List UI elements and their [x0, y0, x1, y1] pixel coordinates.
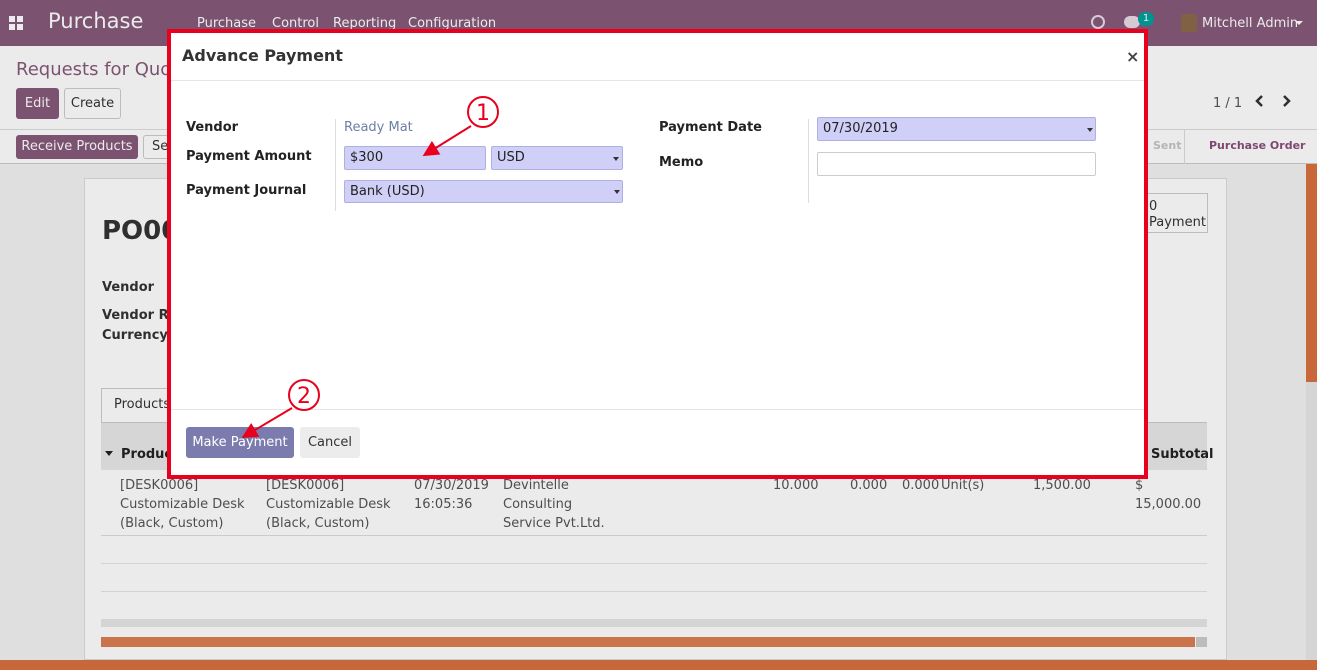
vendor-link[interactable]: Ready Mat: [344, 120, 413, 135]
column-divider: [335, 119, 336, 211]
payment-amount-label: Payment Amount: [186, 149, 312, 164]
journal-value: Bank (USD): [350, 184, 425, 199]
caret-down-icon: [614, 190, 620, 194]
cancel-button[interactable]: Cancel: [300, 427, 360, 458]
make-payment-button[interactable]: Make Payment: [186, 427, 294, 458]
close-icon[interactable]: ×: [1126, 47, 1139, 66]
memo-label: Memo: [659, 155, 704, 170]
payment-amount-input[interactable]: $300: [344, 146, 486, 170]
modal-footer: Make Payment Cancel: [171, 409, 1144, 475]
vendor-field-label: Vendor: [186, 120, 239, 135]
modal-title: Advance Payment: [182, 46, 343, 65]
column-divider: [808, 119, 809, 203]
payment-date-value: 07/30/2019: [823, 121, 898, 136]
modal-header: Advance Payment ×: [171, 33, 1144, 81]
payment-date-label: Payment Date: [659, 120, 762, 135]
advance-payment-dialog: Advance Payment × Vendor Payment Amount …: [167, 29, 1148, 479]
caret-down-icon: [613, 157, 619, 161]
memo-input[interactable]: [817, 152, 1096, 176]
payment-date-input[interactable]: 07/30/2019: [817, 117, 1096, 141]
currency-value: USD: [497, 150, 525, 165]
payment-journal-label: Payment Journal: [186, 183, 307, 198]
payment-journal-select[interactable]: Bank (USD): [344, 180, 623, 203]
currency-select[interactable]: USD: [491, 146, 623, 170]
caret-down-icon: [1087, 128, 1093, 132]
